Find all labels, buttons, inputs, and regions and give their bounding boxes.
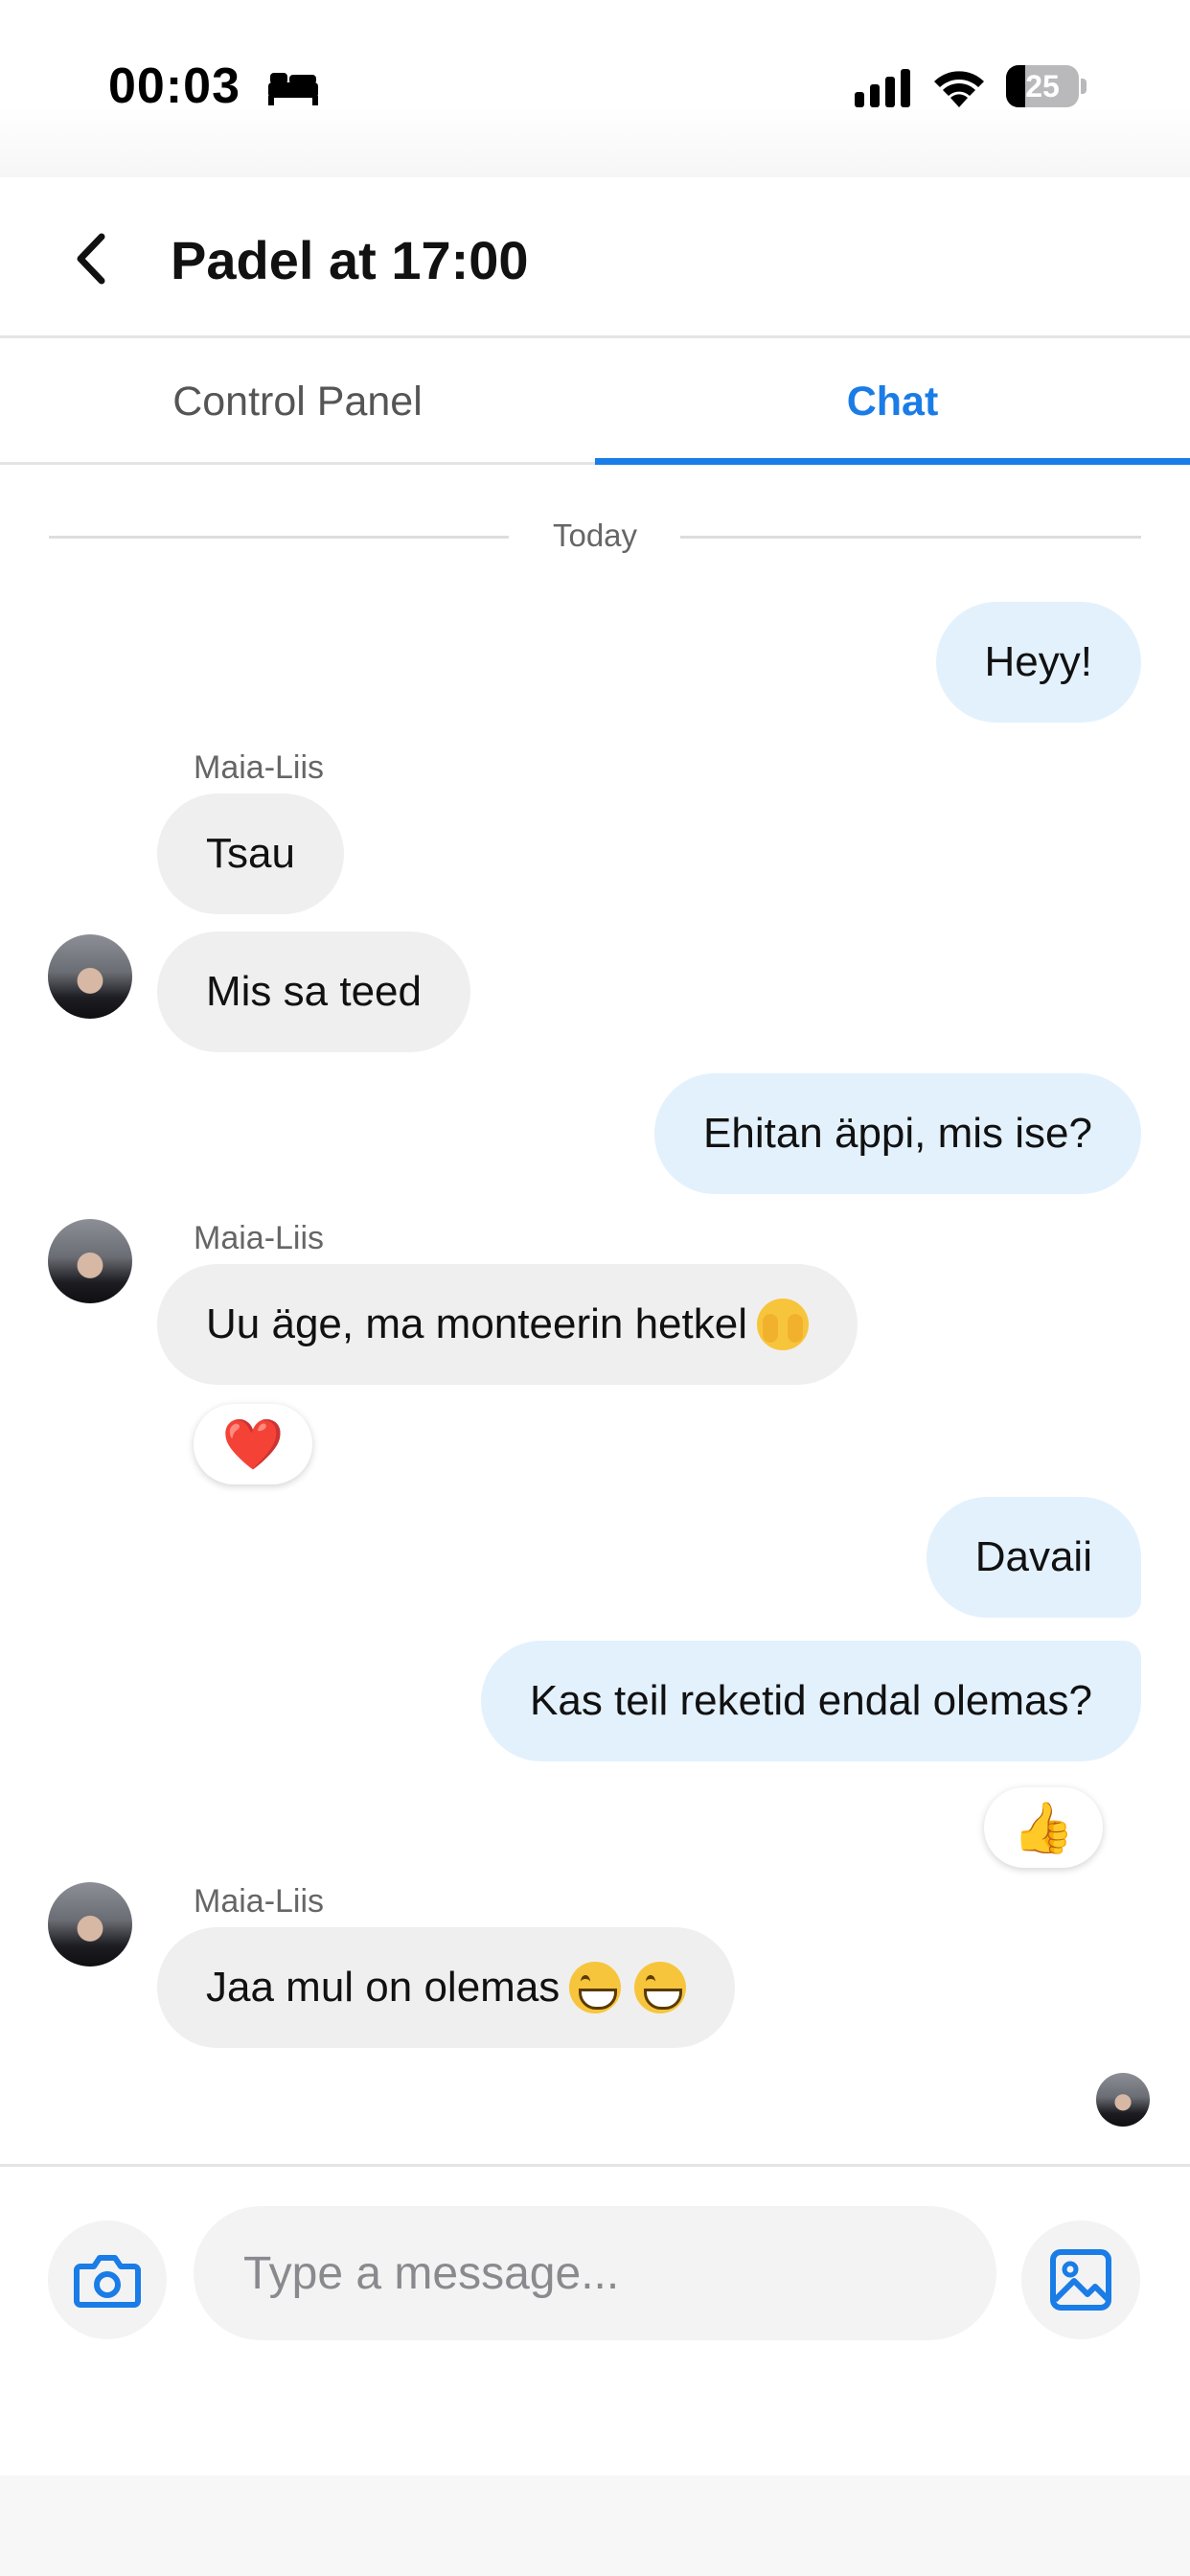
incoming-message[interactable]: Uu äge, ma monteerin hetkel: [157, 1264, 858, 1385]
battery-level: 25: [1025, 69, 1060, 104]
signal-icon: [855, 69, 910, 107]
outgoing-message[interactable]: Heyy!: [935, 602, 1141, 723]
bed-icon: [268, 73, 318, 105]
incoming-message[interactable]: Jaa mul on olemas: [157, 1927, 736, 2048]
gallery-button[interactable]: [1021, 2220, 1140, 2339]
chat-screen: 00:03 25 Padel at 17:00 Control Panel Ch…: [0, 0, 1190, 2576]
read-receipt-avatar: [1096, 2073, 1150, 2127]
camera-button[interactable]: [48, 2220, 167, 2339]
chevron-left-icon: [77, 233, 105, 285]
message-input[interactable]: [194, 2206, 996, 2340]
battery-icon: 25: [1006, 65, 1087, 107]
avatar[interactable]: [48, 934, 132, 1019]
tab-control-panel[interactable]: Control Panel: [0, 338, 595, 465]
message-text: Mis sa teed: [206, 968, 422, 1015]
heart-reaction[interactable]: ❤️: [194, 1404, 312, 1484]
face-with-peeking-eye-icon: [756, 1299, 809, 1350]
avatar[interactable]: [48, 1219, 132, 1303]
message-text: Ehitan äppi, mis ise?: [703, 1110, 1092, 1157]
thumbs-up-reaction[interactable]: 👍: [984, 1787, 1103, 1868]
home-indicator-area: [0, 2475, 1190, 2576]
grinning-face-icon: [569, 1962, 622, 2013]
back-button[interactable]: [59, 225, 126, 292]
outgoing-message[interactable]: Ehitan äppi, mis ise?: [654, 1073, 1141, 1194]
image-icon: [1050, 2249, 1111, 2311]
outgoing-message[interactable]: Davaii: [926, 1497, 1141, 1618]
grinning-face-icon: [634, 1962, 687, 2013]
page-title: Padel at 17:00: [171, 230, 529, 290]
sender-name: Maia-Liis: [194, 1220, 325, 1256]
message-text: Davaii: [974, 1533, 1092, 1580]
sender-name: Maia-Liis: [194, 749, 325, 786]
message-text: Heyy!: [984, 638, 1092, 685]
tab-bar: Control Panel Chat: [0, 338, 1190, 465]
date-divider-left: [49, 536, 509, 539]
app-header: Padel at 17:00: [0, 177, 1190, 338]
message-text: Tsau: [206, 830, 295, 877]
tab-chat[interactable]: Chat: [595, 338, 1190, 465]
incoming-message[interactable]: Tsau: [157, 794, 344, 914]
camera-icon: [74, 2255, 141, 2308]
message-text: Jaa mul on olemas: [206, 1964, 561, 2011]
message-text: Uu äge, ma monteerin hetkel: [206, 1300, 747, 1347]
date-divider-right: [680, 536, 1141, 539]
status-bar: 00:03 25: [0, 0, 1190, 177]
message-list[interactable]: Today Heyy! Maia-Liis Tsau Mis sa teed E…: [0, 468, 1190, 2164]
wifi-icon: [934, 71, 984, 107]
avatar[interactable]: [48, 1882, 132, 1966]
outgoing-message[interactable]: Kas teil reketid endal olemas?: [481, 1641, 1141, 1761]
message-text: Kas teil reketid endal olemas?: [530, 1677, 1092, 1724]
active-tab-indicator: [595, 458, 1190, 465]
sender-name: Maia-Liis: [194, 1883, 325, 1920]
status-time: 00:03: [108, 58, 240, 114]
date-divider-label: Today: [552, 518, 638, 553]
composer-bar: [0, 2164, 1190, 2475]
incoming-message[interactable]: Mis sa teed: [157, 932, 470, 1052]
